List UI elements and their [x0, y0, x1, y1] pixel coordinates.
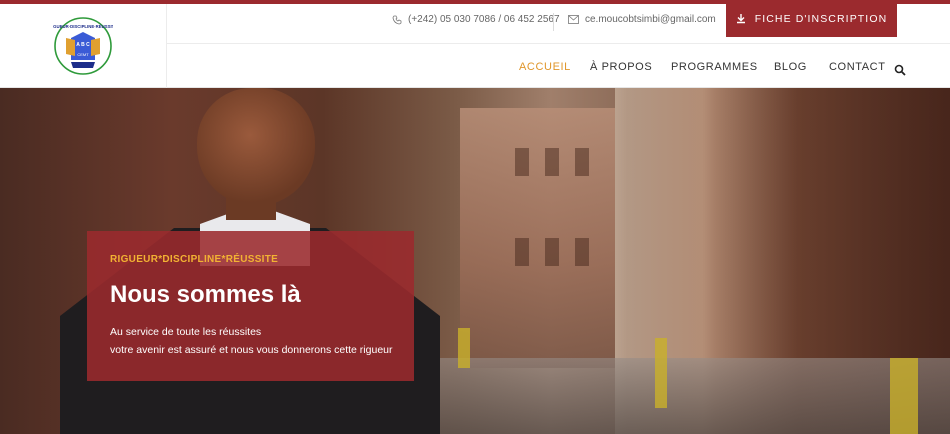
- phone-icon: [392, 15, 402, 24]
- building-window: [545, 238, 559, 266]
- building-window: [515, 238, 529, 266]
- logo-container[interactable]: RIGUEUR·DISCIPLINE·RÉUSSITE A B C CEMT: [0, 4, 167, 88]
- registration-form-label: FICHE D'INSCRIPTION: [754, 12, 888, 25]
- hero-banner: RIGUEUR*DISCIPLINE*RÉUSSITE Nous sommes …: [0, 88, 950, 434]
- site-header: RIGUEUR·DISCIPLINE·RÉUSSITE A B C CEMT (…: [0, 0, 950, 88]
- phone-text: (+242) 05 030 7086 / 06 452 2567: [408, 14, 560, 25]
- main-nav: ACCUEIL À PROPOS PROGRAMMES BLOG CONTACT: [167, 44, 950, 88]
- site-logo[interactable]: RIGUEUR·DISCIPLINE·RÉUSSITE A B C CEMT: [53, 16, 113, 76]
- nav-item-a-propos[interactable]: À PROPOS: [590, 61, 652, 73]
- hero-text-line-2: votre avenir est assuré et nous vous don…: [110, 344, 393, 356]
- envelope-icon: [568, 15, 579, 24]
- bollard: [655, 338, 667, 408]
- nav-item-contact[interactable]: CONTACT: [829, 61, 886, 73]
- bollard: [458, 328, 470, 368]
- building-window: [575, 238, 589, 266]
- hero-person-head: [197, 88, 315, 206]
- download-icon: [736, 13, 745, 23]
- building-window: [545, 148, 559, 176]
- hero-background-building: [460, 108, 615, 368]
- email-text: ce.moucobtsimbi@gmail.com: [585, 14, 716, 25]
- nav-item-programmes[interactable]: PROGRAMMES: [671, 61, 758, 73]
- bollard: [890, 358, 918, 434]
- email-info[interactable]: ce.moucobtsimbi@gmail.com: [568, 14, 716, 25]
- building-window: [515, 148, 529, 176]
- phone-info[interactable]: (+242) 05 030 7086 / 06 452 2567: [392, 14, 560, 25]
- logo-sub: CEMT: [77, 52, 89, 57]
- hero-caption-card: RIGUEUR*DISCIPLINE*RÉUSSITE Nous sommes …: [87, 231, 414, 381]
- contact-divider: [553, 13, 554, 31]
- logo-initials: A B C: [76, 42, 90, 48]
- logo-motto: RIGUEUR·DISCIPLINE·RÉUSSITE: [53, 24, 113, 29]
- nav-item-blog[interactable]: BLOG: [774, 61, 807, 73]
- hero-text-line-1: Au service de toute les réussites: [110, 326, 262, 338]
- hero-kicker: RIGUEUR*DISCIPLINE*RÉUSSITE: [110, 254, 279, 265]
- search-icon[interactable]: [894, 64, 906, 76]
- registration-form-button[interactable]: FICHE D'INSCRIPTION: [726, 0, 897, 37]
- hero-title: Nous sommes là: [110, 281, 301, 308]
- hero-background-ground: [400, 358, 950, 434]
- building-window: [575, 148, 589, 176]
- nav-item-accueil[interactable]: ACCUEIL: [519, 61, 571, 73]
- contact-bar: (+242) 05 030 7086 / 06 452 2567 ce.mouc…: [167, 0, 950, 44]
